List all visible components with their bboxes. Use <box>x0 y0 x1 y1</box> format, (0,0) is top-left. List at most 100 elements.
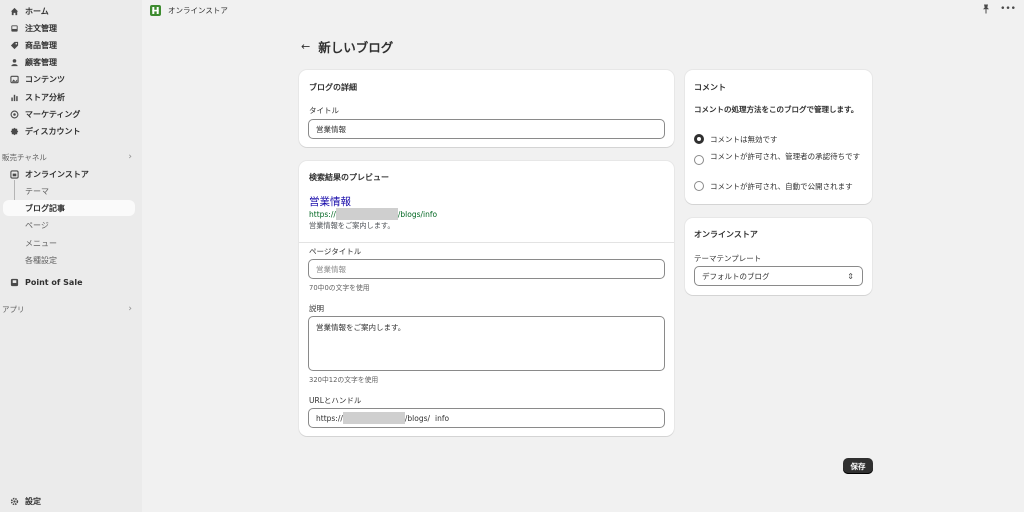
description-value: 営業情報をご案内します。 <box>316 323 406 332</box>
nav-label: ホーム <box>25 6 49 16</box>
nav-label: 設定 <box>25 496 41 506</box>
template-label: テーマテンプレート <box>694 254 762 263</box>
chevron-right-icon: › <box>128 152 132 162</box>
nav-label: ストア分析 <box>25 92 65 102</box>
divider <box>299 242 674 243</box>
url-middle: /blogs/ <box>404 413 431 423</box>
sidebar: ホーム 注文管理 商品管理 顧客管理 コンテンツ ストア分析 マーケティング デ… <box>0 0 142 512</box>
preview-description: 営業情報をご案内します。 <box>309 221 395 230</box>
nav-label: 顧客管理 <box>25 57 57 67</box>
nav-item-pos[interactable]: Point of Sale <box>3 274 135 290</box>
sub-item-label: メニュー <box>25 238 57 248</box>
title-label: タイトル <box>309 106 339 115</box>
description-textarea[interactable]: 営業情報をご案内します。 <box>308 316 665 371</box>
radio-label: コメントは無効です <box>710 135 778 144</box>
card-title: オンラインストア <box>694 230 758 239</box>
radio-button[interactable] <box>694 134 704 144</box>
page-title-help: 70中0の文字を使用 <box>309 284 370 292</box>
card-title: ブログの詳細 <box>309 83 357 92</box>
redacted-domain <box>335 208 398 220</box>
nav-item-orders[interactable]: 注文管理 <box>3 20 135 36</box>
sales-channels-label: 販売チャネル <box>2 152 47 162</box>
preview-url-prefix: https:// <box>309 209 336 219</box>
select-arrows-icon: ⇕ <box>847 271 854 281</box>
preview-title: 営業情報 <box>309 196 351 208</box>
template-value: デフォルトのブログ <box>702 271 770 281</box>
nav-label: 商品管理 <box>25 40 57 50</box>
save-button[interactable]: 保存 <box>843 458 873 474</box>
bar-chart-icon <box>9 92 19 102</box>
image-icon <box>9 74 19 84</box>
blog-details-card: ブログの詳細 タイトル 営業情報 <box>299 70 674 147</box>
target-icon <box>9 109 19 119</box>
comments-card: コメント コメントの処理方法をこのブログで管理します。 コメントは無効です コメ… <box>685 70 872 204</box>
online-store-card: オンラインストア テーマテンプレート デフォルトのブログ ⇕ <box>685 218 872 295</box>
url-handle-label: URLとハンドル <box>309 396 362 405</box>
description-help: 320中12の文字を使用 <box>309 376 379 384</box>
more-options-icon[interactable]: ••• <box>1000 4 1016 18</box>
back-arrow-icon[interactable]: ← <box>301 40 310 53</box>
inbox-icon <box>9 23 19 33</box>
card-title: コメント <box>694 83 726 92</box>
home-icon <box>9 6 19 16</box>
nav-item-discounts[interactable]: ディスカウント <box>3 123 135 139</box>
nav-item-content[interactable]: コンテンツ <box>3 71 135 87</box>
sales-channels-section[interactable]: 販売チャネル › <box>0 150 142 164</box>
pin-icon[interactable] <box>982 4 990 18</box>
sub-item-blog-posts[interactable]: ブログ記事 <box>3 200 135 216</box>
person-icon <box>9 57 19 67</box>
page-title: 新しいブログ <box>318 39 394 55</box>
sub-item-label: ページ <box>25 220 49 230</box>
comment-option-moderated[interactable]: コメントが許可され、管理者の承認待ちです <box>694 151 866 165</box>
tag-icon <box>9 40 19 50</box>
nav-label: オンラインストア <box>25 169 89 179</box>
redacted-domain <box>342 412 405 424</box>
store-title: オンラインストア <box>168 5 228 15</box>
nav-item-products[interactable]: 商品管理 <box>3 37 135 53</box>
radio-label: コメントが許可され、管理者の承認待ちです <box>710 152 861 161</box>
apps-section[interactable]: アプリ › <box>0 302 142 316</box>
nav-item-analytics[interactable]: ストア分析 <box>3 89 135 105</box>
pos-icon <box>9 277 19 287</box>
store-logo-icon <box>150 4 161 16</box>
url-handle-input[interactable]: https:// /blogs/ info <box>308 408 665 428</box>
apps-label: アプリ <box>2 304 25 314</box>
page-title-placeholder: 営業情報 <box>316 264 346 274</box>
sub-item-themes[interactable]: テーマ <box>3 183 135 199</box>
preview-url-suffix: /blogs/info <box>397 209 438 219</box>
comment-option-disabled[interactable]: コメントは無効です <box>694 134 778 145</box>
nav-label: マーケティング <box>25 109 81 119</box>
nav-label: Point of Sale <box>25 277 83 287</box>
nav-item-online-store[interactable]: オンラインストア <box>3 166 135 182</box>
description-label: 説明 <box>309 304 324 313</box>
sub-item-label: ブログ記事 <box>25 203 65 213</box>
nav-item-customers[interactable]: 顧客管理 <box>3 54 135 70</box>
discount-icon <box>9 126 19 136</box>
nav-label: コンテンツ <box>25 74 65 84</box>
theme-template-select[interactable]: デフォルトのブログ ⇕ <box>694 266 863 286</box>
seo-preview-card: 検索結果のプレビュー 営業情報 https:// /blogs/info 営業情… <box>299 161 674 436</box>
radio-button[interactable] <box>694 155 704 165</box>
sub-item-label: テーマ <box>25 186 49 196</box>
sub-item-preferences[interactable]: 各種設定 <box>3 252 135 268</box>
nav-item-home[interactable]: ホーム <box>3 3 135 19</box>
title-input-value: 営業情報 <box>316 124 346 134</box>
nav-item-settings[interactable]: 設定 <box>3 493 135 509</box>
comment-option-auto-publish[interactable]: コメントが許可され、自動で公開されます <box>694 181 853 192</box>
sub-item-pages[interactable]: ページ <box>3 217 135 233</box>
store-icon <box>9 169 19 179</box>
nav-label: 注文管理 <box>25 23 57 33</box>
radio-button[interactable] <box>694 181 704 191</box>
url-handle-value: info <box>435 413 450 423</box>
title-input[interactable]: 営業情報 <box>308 119 665 139</box>
url-prefix: https:// <box>316 413 343 423</box>
nav-label: ディスカウント <box>25 126 81 136</box>
sub-item-menus[interactable]: メニュー <box>3 235 135 251</box>
page-header: ← 新しいブログ <box>301 36 393 56</box>
nav-item-marketing[interactable]: マーケティング <box>3 106 135 122</box>
card-title: 検索結果のプレビュー <box>309 173 389 182</box>
page-title-input[interactable]: 営業情報 <box>308 259 665 279</box>
comments-description: コメントの処理方法をこのブログで管理します。 <box>694 105 859 114</box>
top-bar: オンラインストア ••• <box>142 0 1024 20</box>
sub-item-label: 各種設定 <box>25 255 57 265</box>
